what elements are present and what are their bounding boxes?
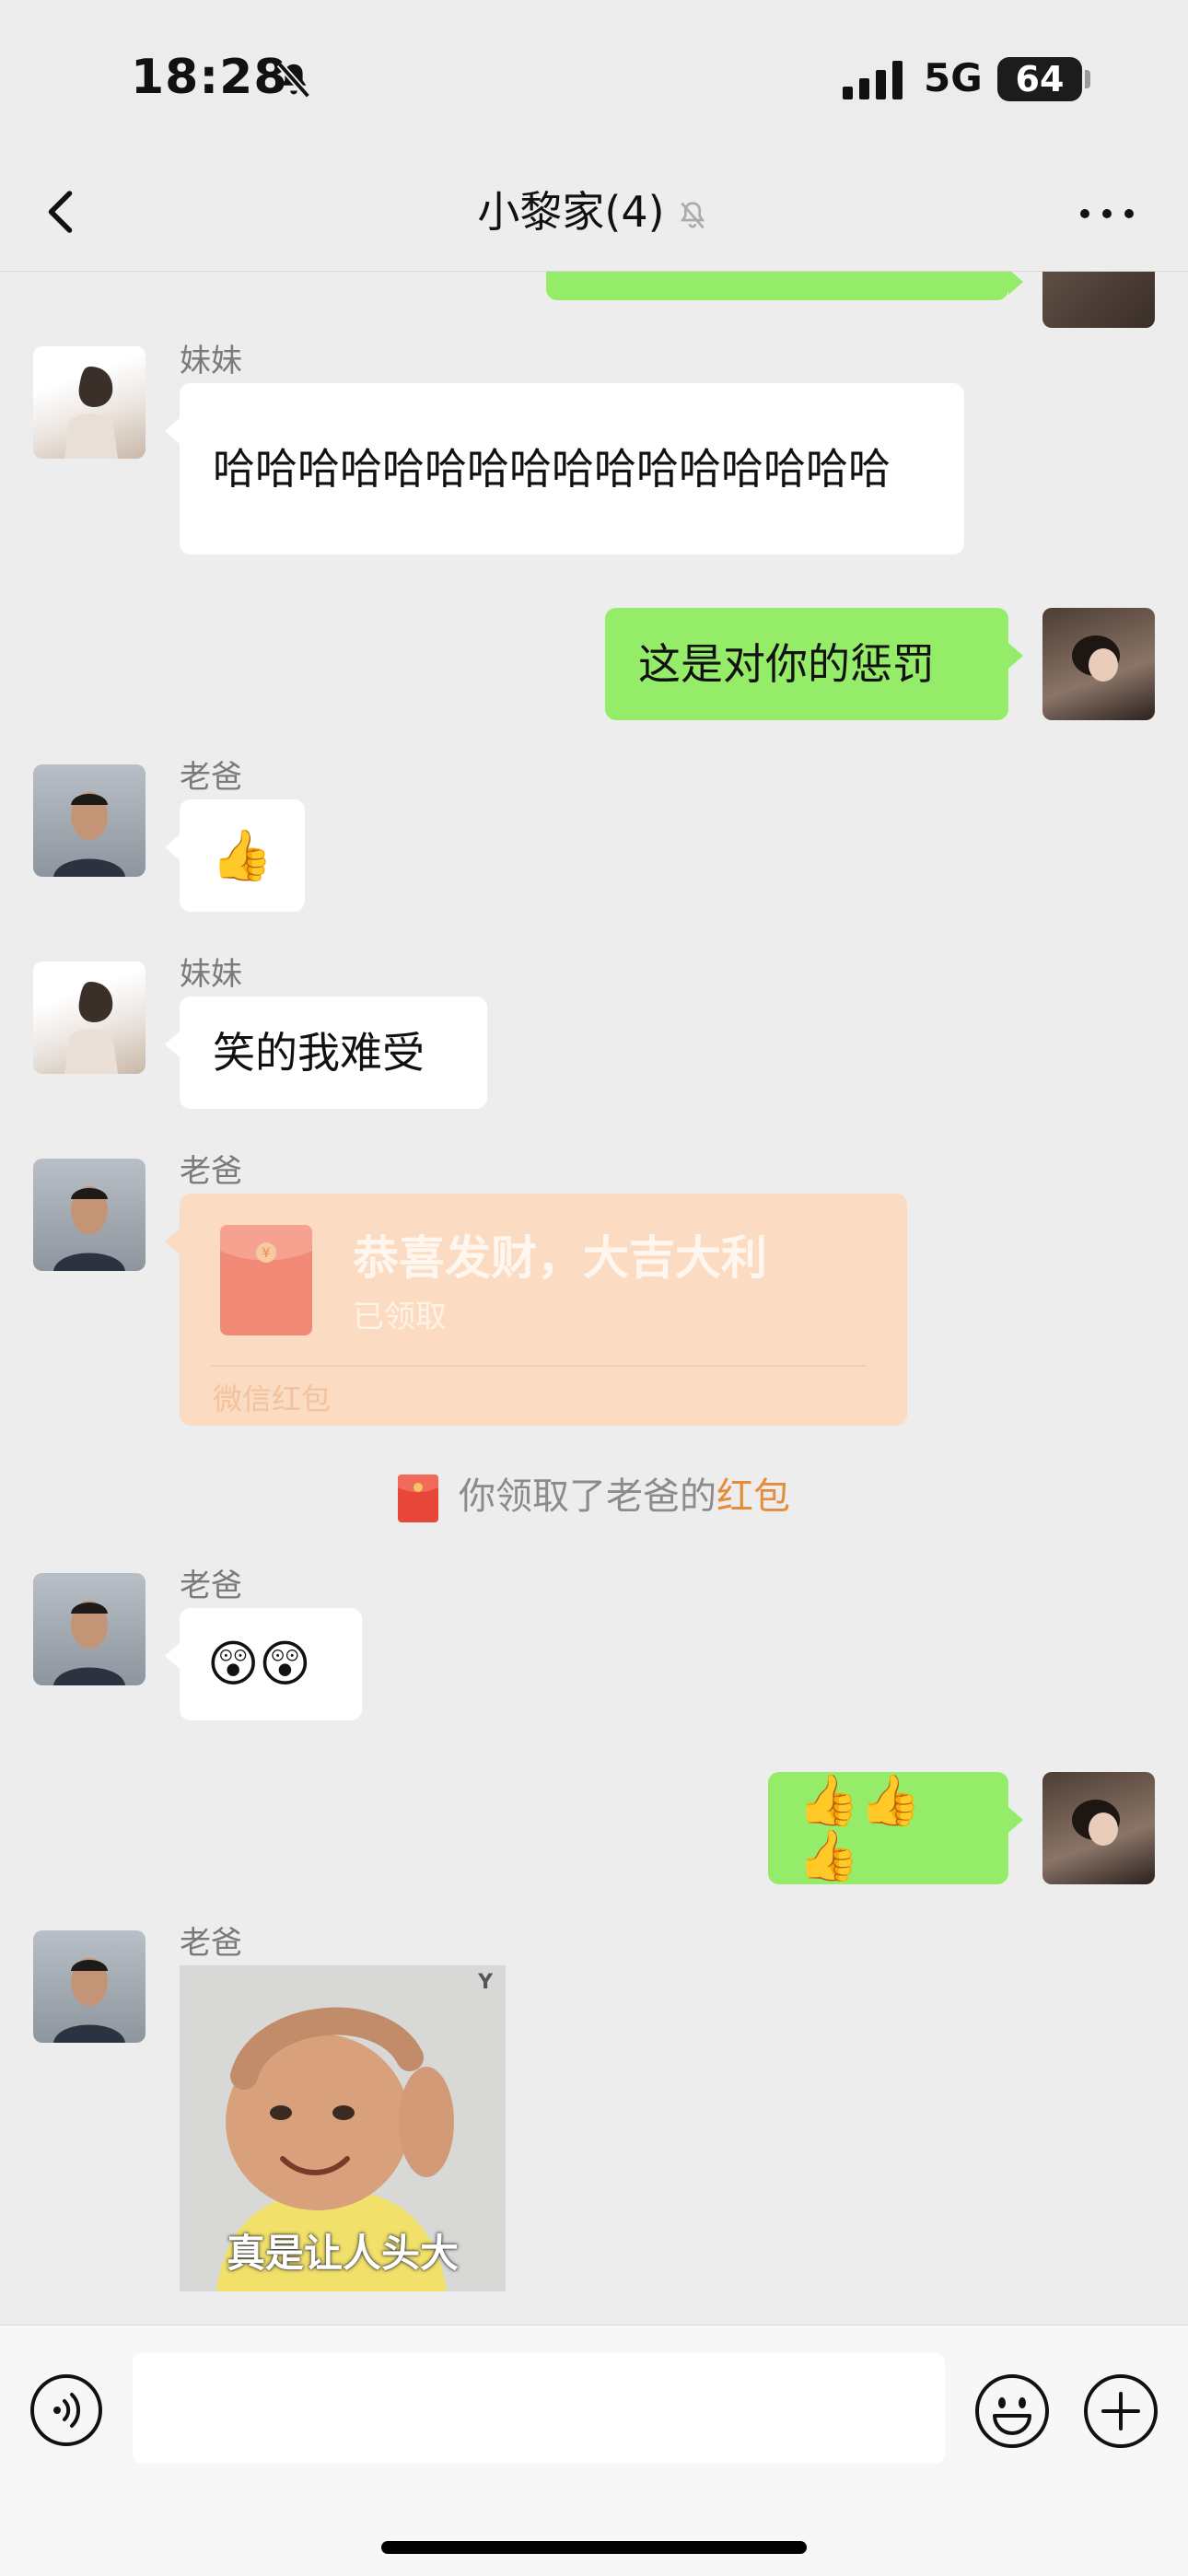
message-text: 哈哈哈哈哈哈哈哈哈哈哈哈哈哈哈哈 [213,444,891,494]
chat-header: 小黎家(4) [0,157,1188,272]
sender-name: 老爸 [180,1568,242,1604]
astonished-emoji: 😲😲 [207,1635,311,1693]
message-bubble[interactable]: 👍 [165,799,305,912]
message-bubble[interactable]: 😲😲 [165,1608,362,1720]
red-packet-footer: 微信红包 [213,1381,332,1416]
message-list[interactable]: 妹妹 哈哈哈哈哈哈哈哈哈哈哈哈哈哈哈哈 这是对你的惩罚 老爸 👍 妹妹 笑的我难… [0,271,1188,2325]
avatar-dad[interactable] [33,1930,146,2043]
avatar-dad[interactable] [33,1159,146,1271]
red-packet-link[interactable]: 红包 [716,1475,790,1518]
avatar-portrait-icon [1072,1800,1120,1846]
message-input[interactable] [133,2353,945,2464]
sticker-caption: 真是让人头大 [226,2231,459,2276]
network-type: 5G [924,55,983,100]
message-bubble[interactable]: 笑的我难受 [165,997,487,1109]
chat-title-text: 小黎家(4) [477,187,665,237]
muted-bell-icon [680,201,705,228]
avatar-meimei[interactable] [33,962,146,1074]
avatar-self[interactable] [1042,271,1155,328]
avatar-portrait-icon [64,367,118,459]
avatar-portrait-icon [53,792,125,877]
status-bar: 18:28 5G 64 [0,0,1188,157]
avatar-dad[interactable] [33,1573,146,1685]
message-bubble[interactable]: 这是对你的惩罚 [605,608,1023,720]
clock: 18:28 [131,50,288,105]
sticker-watermark: Y [478,1971,493,1994]
red-packet-divider [211,1365,867,1367]
chat-title: 小黎家(4) [0,179,1188,239]
avatar-portrait-icon [53,1186,125,1271]
message-text: 笑的我难受 [213,1028,425,1078]
red-packet-icon: ¥ [220,1225,312,1335]
avatar-self[interactable] [1042,608,1155,720]
sender-name: 老爸 [180,759,242,796]
message-bubble[interactable]: 👍👍👍 [768,1771,1023,1884]
thumbs-up-emoji: 👍👍👍 [798,1771,922,1884]
red-packet-status: 已领取 [353,1299,447,1335]
signal-icon [843,61,903,99]
avatar-portrait-icon [53,1958,125,2043]
system-notice: 你领取了老爸的红包 [0,1466,1188,1522]
avatar-dad[interactable] [33,764,146,877]
message-bubble-partial[interactable] [546,271,1023,300]
avatar-portrait-icon [1072,635,1120,682]
sender-name: 老爸 [180,1153,242,1190]
input-bar [0,2325,1188,2576]
sender-name: 妹妹 [180,343,242,379]
red-packet-title: 恭喜发财，大吉大利 [353,1231,767,1285]
emoji-icon[interactable] [974,2373,1050,2449]
sender-name: 老爸 [180,1925,242,1962]
voice-icon[interactable] [29,2373,103,2447]
avatar-portrait-icon [64,982,118,1074]
message-text: 这是对你的惩罚 [638,639,935,689]
red-packet-icon [398,1474,438,1522]
more-icon[interactable] [1077,204,1136,223]
battery-tip [1085,70,1090,88]
home-indicator[interactable] [381,2541,807,2554]
system-notice-text: 你领取了老爸的 [459,1475,716,1518]
red-packet-card[interactable]: ¥ 恭喜发财，大吉大利 已领取 微信红包 [165,1194,907,1426]
svg-text:¥: ¥ [262,1246,271,1261]
sticker-image[interactable]: Y 真是让人头大 [180,1965,506,2291]
bell-off-icon [276,62,311,99]
battery-indicator: 64 [997,57,1082,101]
avatar-self[interactable] [1042,1772,1155,1884]
avatar-portrait-icon [53,1601,125,1685]
plus-icon[interactable] [1083,2373,1159,2449]
avatar-meimei[interactable] [33,346,146,459]
thumbs-up-emoji: 👍 [211,826,274,884]
sender-name: 妹妹 [180,956,242,993]
message-bubble[interactable]: 哈哈哈哈哈哈哈哈哈哈哈哈哈哈哈哈 [165,383,964,554]
